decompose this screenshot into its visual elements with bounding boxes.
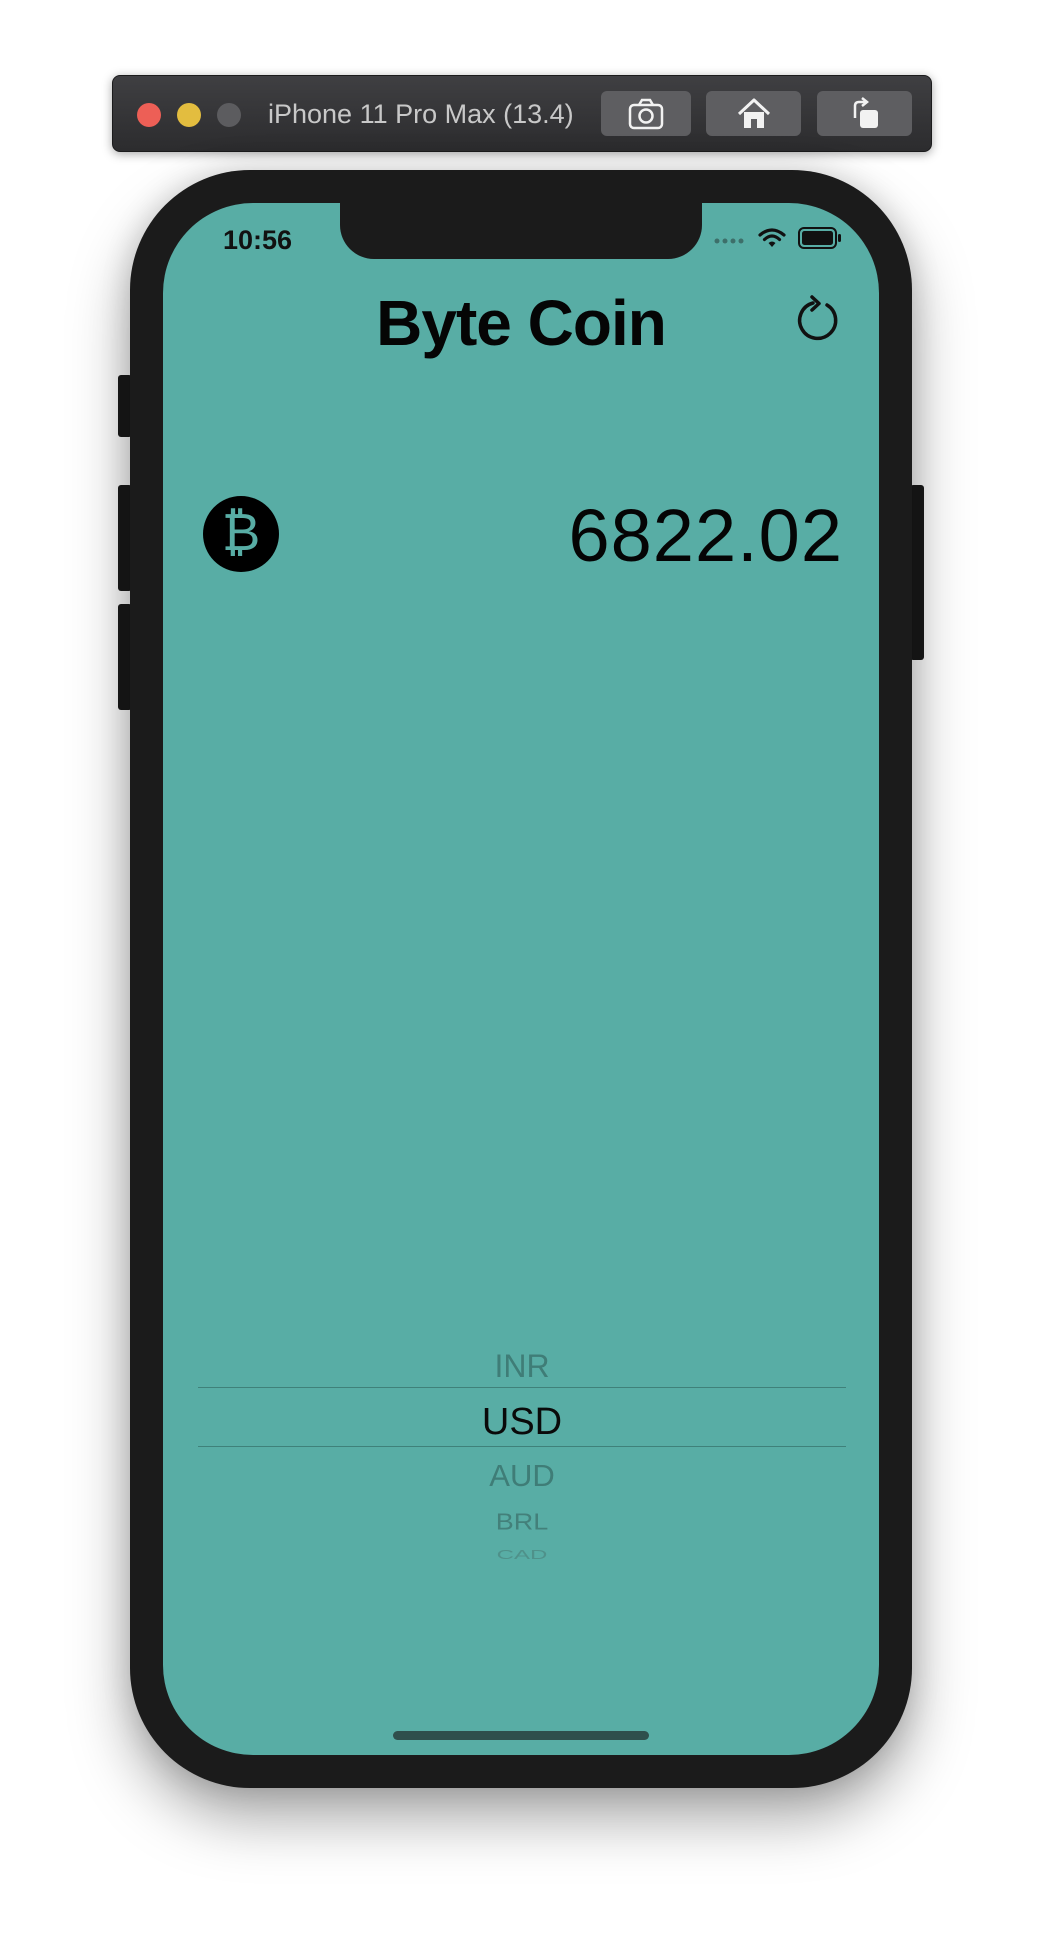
camera-icon bbox=[627, 97, 665, 131]
picker-selected-option[interactable]: USD bbox=[198, 1403, 846, 1441]
picker-divider-top bbox=[198, 1387, 846, 1388]
home-button[interactable] bbox=[706, 91, 801, 136]
currency-picker[interactable]: INR USD AUD BRL CAD bbox=[198, 1333, 846, 1573]
minimize-window-button[interactable] bbox=[177, 103, 201, 127]
window-title: iPhone 11 Pro Max (13.4) bbox=[268, 99, 574, 129]
price-label: 6822.02 bbox=[568, 494, 843, 577]
notch bbox=[340, 203, 702, 259]
signal-icon bbox=[714, 232, 746, 250]
status-icons bbox=[714, 227, 842, 254]
bitcoin-symbol: ₿ bbox=[221, 503, 261, 563]
screenshot-button[interactable] bbox=[601, 91, 691, 136]
refresh-button[interactable] bbox=[795, 295, 843, 345]
app-screen: 10:56 Byte Coin ₿ 6822.02 INR USD AUD BR… bbox=[163, 203, 879, 1755]
power-button bbox=[910, 485, 924, 660]
picker-option[interactable]: CAD bbox=[198, 1548, 846, 1561]
bitcoin-icon: ₿ bbox=[203, 496, 279, 572]
page-title: Byte Coin bbox=[376, 287, 667, 359]
zoom-window-button[interactable] bbox=[217, 103, 241, 127]
status-time: 10:56 bbox=[223, 225, 293, 255]
picker-option[interactable]: INR bbox=[198, 1350, 846, 1382]
close-window-button[interactable] bbox=[137, 103, 161, 127]
home-icon bbox=[736, 97, 772, 131]
picker-divider-bottom bbox=[198, 1446, 846, 1447]
picker-option[interactable]: AUD bbox=[198, 1460, 846, 1491]
rotate-button[interactable] bbox=[817, 91, 912, 136]
refresh-icon bbox=[795, 295, 843, 349]
battery-icon bbox=[798, 227, 842, 254]
simulator-toolbar: iPhone 11 Pro Max (13.4) bbox=[112, 75, 932, 152]
home-indicator[interactable] bbox=[393, 1731, 649, 1740]
picker-option[interactable]: BRL bbox=[198, 1511, 846, 1534]
rotate-icon bbox=[847, 96, 883, 132]
wifi-icon bbox=[758, 227, 786, 254]
